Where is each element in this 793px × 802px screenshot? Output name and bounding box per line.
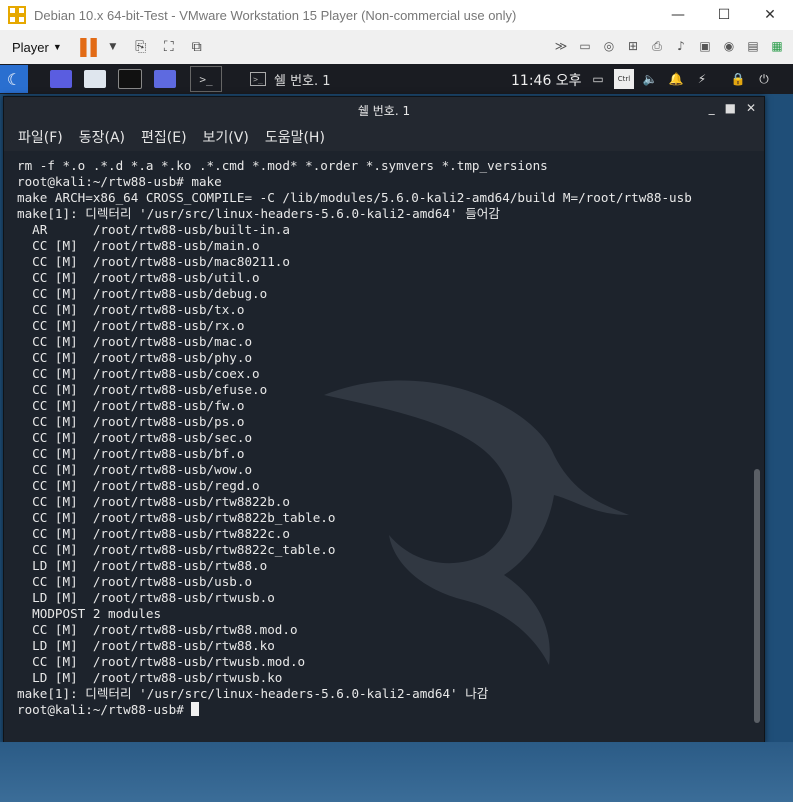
display-icon[interactable]: ▭ — [588, 69, 608, 89]
terminal-output-area[interactable]: rm -f *.o .*.d *.a *.ko .*.cmd *.mod* *.… — [4, 155, 749, 743]
vmware-toolbar: Player ▼ ▌▌ ▼ ⎘ ⛶ ⧉ ≫ ▭ ◎ ⊞ ⎙ ♪ ▣ ◉ ▤ ▦ — [0, 30, 793, 65]
menu-help[interactable]: 도움말(H) — [265, 127, 325, 147]
fullscreen-icon[interactable]: ⛶ — [158, 36, 180, 58]
chevron-down-icon: ▼ — [52, 42, 62, 52]
terminal-line: CC [M] /root/rtw88-usb/tx.o — [32, 302, 245, 317]
terminal-line: make[1]: 디렉터리 '/usr/src/linux-headers-5.… — [17, 206, 500, 221]
terminal-prompt: root@kali:~/rtw88-usb# — [17, 702, 192, 717]
terminal-line: CC [M] /root/rtw88-usb/rtw8822c_table.o — [32, 542, 336, 557]
terminal-line: LD [M] /root/rtw88-usb/rtwusb.o — [32, 590, 275, 605]
vmware-title-bar: Debian 10.x 64-bit-Test - VMware Worksta… — [0, 0, 793, 30]
workspace-switcher-icon[interactable]: >_ — [190, 66, 222, 92]
cd-dvd-icon[interactable]: ◎ — [599, 36, 619, 56]
terminal-line: CC [M] /root/rtw88-usb/mac80211.o — [32, 254, 290, 269]
terminal-line: CC [M] /root/rtw88-usb/rtwusb.mod.o — [32, 654, 306, 669]
terminal-line: CC [M] /root/rtw88-usb/usb.o — [32, 574, 253, 589]
pause-dropdown-icon[interactable]: ▼ — [102, 36, 124, 58]
more-devices-icon[interactable]: ≫ — [551, 36, 571, 56]
printer-icon[interactable]: ⎙ — [647, 36, 667, 56]
terminal-line: make[1]: 디렉터리 '/usr/src/linux-headers-5.… — [17, 686, 489, 701]
desktop-background — [0, 742, 793, 802]
terminal-line: CC [M] /root/rtw88-usb/debug.o — [32, 286, 268, 301]
player-menu-button[interactable]: Player ▼ — [12, 40, 62, 55]
terminal-line: CC [M] /root/rtw88-usb/mac.o — [32, 334, 253, 349]
usb-device-icon[interactable]: ▣ — [695, 36, 715, 56]
terminal-launcher-icon[interactable] — [118, 69, 142, 89]
power-manager-icon[interactable]: ⚡ — [692, 69, 712, 89]
menu-edit[interactable]: 편집(E) — [141, 127, 187, 147]
terminal-line: CC [M] /root/rtw88-usb/sec.o — [32, 430, 253, 445]
menu-view[interactable]: 보기(V) — [203, 127, 249, 147]
terminal-line: CC [M] /root/rtw88-usb/util.o — [32, 270, 260, 285]
removable-device-icon[interactable]: ▤ — [743, 36, 763, 56]
notifications-bell-icon[interactable]: 🔔 — [666, 69, 686, 89]
network-adapter-icon[interactable]: ⊞ — [623, 36, 643, 56]
screen-recorder-icon[interactable] — [154, 70, 176, 88]
terminal-line: CC [M] /root/rtw88-usb/phy.o — [32, 350, 253, 365]
menu-action[interactable]: 동장(A) — [79, 127, 125, 147]
terminal-line: CC [M] /root/rtw88-usb/coex.o — [32, 366, 260, 381]
terminal-line: make ARCH=x86_64 CROSS_COMPILE= -C /lib/… — [17, 190, 692, 205]
logout-icon[interactable]: ⏻ — [754, 69, 774, 89]
terminal-line: CC [M] /root/rtw88-usb/efuse.o — [32, 382, 268, 397]
text-cursor — [191, 702, 200, 716]
terminal-maximize-button[interactable]: ■ — [725, 101, 736, 115]
desktop-launcher-icon[interactable] — [50, 70, 72, 88]
terminal-line: AR /root/rtw88-usb/built-in.a — [32, 222, 290, 237]
terminal-title: 쉘 번호. 1 — [357, 103, 411, 118]
terminal-line: CC [M] /root/rtw88-usb/regd.o — [32, 478, 260, 493]
hard-disk-icon[interactable]: ▭ — [575, 36, 595, 56]
terminal-close-button[interactable]: ✕ — [746, 101, 756, 115]
terminal-menu-bar: 파일(F) 동장(A) 편집(E) 보기(V) 도움말(H) — [4, 123, 764, 151]
sound-card-icon[interactable]: ♪ — [671, 36, 691, 56]
vmware-logo-icon — [8, 6, 26, 24]
terminal-line: CC [M] /root/rtw88-usb/wow.o — [32, 462, 253, 477]
terminal-line: CC [M] /root/rtw88-usb/bf.o — [32, 446, 245, 461]
terminal-icon: >_ — [250, 72, 266, 86]
camera-icon[interactable]: ◉ — [719, 36, 739, 56]
message-icon[interactable]: ▦ — [767, 36, 787, 56]
kali-top-panel: ☾ >_ >_ 쉘 번호. 1 11:46 오후 ▭ Ctrl 🔈 🔔 ⚡ 🔒 … — [0, 64, 793, 94]
terminal-line: CC [M] /root/rtw88-usb/rtw8822c.o — [32, 526, 290, 541]
lock-screen-icon[interactable]: 🔒 — [728, 69, 748, 89]
player-label: Player — [12, 39, 49, 55]
terminal-minimize-button[interactable]: _ — [709, 101, 715, 115]
terminal-title-bar: 쉘 번호. 1 _ ■ ✕ — [4, 97, 764, 123]
terminal-line: CC [M] /root/rtw88-usb/rtw8822b_table.o — [32, 510, 336, 525]
terminal-line: MODPOST 2 modules — [32, 606, 162, 621]
kali-menu-icon[interactable]: ☾ — [0, 65, 28, 93]
terminal-scrollbar[interactable] — [754, 469, 760, 723]
terminal-line: LD [M] /root/rtw88-usb/rtw88.ko — [32, 638, 275, 653]
terminal-line: CC [M] /root/rtw88-usb/main.o — [32, 238, 260, 253]
terminal-line: root@kali:~/rtw88-usb# make — [17, 174, 222, 189]
terminal-line: LD [M] /root/rtw88-usb/rtwusb.ko — [32, 670, 283, 685]
terminal-line: CC [M] /root/rtw88-usb/fw.o — [32, 398, 245, 413]
send-ctrl-alt-del-icon[interactable]: ⎘ — [130, 36, 152, 58]
terminal-line: CC [M] /root/rtw88-usb/rtw8822b.o — [32, 494, 290, 509]
window-title: Debian 10.x 64-bit-Test - VMware Worksta… — [34, 7, 517, 23]
terminal-line: CC [M] /root/rtw88-usb/rtw88.mod.o — [32, 622, 298, 637]
terminal-line: LD [M] /root/rtw88-usb/rtw88.o — [32, 558, 268, 573]
menu-file[interactable]: 파일(F) — [18, 127, 63, 147]
panel-clock[interactable]: 11:46 오후 — [511, 70, 582, 90]
volume-icon[interactable]: 🔈 — [640, 69, 660, 89]
terminal-line: CC [M] /root/rtw88-usb/ps.o — [32, 414, 245, 429]
pause-icon[interactable]: ▌▌ — [80, 36, 103, 58]
taskbar-terminal-label: 쉘 번호. 1 — [274, 73, 331, 89]
close-button[interactable]: ✕ — [747, 0, 793, 30]
unity-icon[interactable]: ⧉ — [186, 36, 208, 58]
minimize-button[interactable]: — — [655, 0, 701, 30]
terminal-line: CC [M] /root/rtw88-usb/rx.o — [32, 318, 245, 333]
terminal-line: rm -f *.o .*.d *.a *.ko .*.cmd *.mod* *.… — [17, 158, 548, 173]
taskbar-terminal-item[interactable]: >_ 쉘 번호. 1 — [250, 70, 331, 89]
file-manager-icon[interactable] — [84, 70, 106, 88]
terminal-text: rm -f *.o .*.d *.a *.ko .*.cmd *.mod* *.… — [4, 155, 749, 718]
maximize-button[interactable]: ☐ — [701, 0, 747, 30]
keyboard-layout-icon[interactable]: Ctrl — [614, 69, 634, 89]
terminal-window: 쉘 번호. 1 _ ■ ✕ 파일(F) 동장(A) 편집(E) 보기(V) 도움… — [3, 96, 765, 744]
